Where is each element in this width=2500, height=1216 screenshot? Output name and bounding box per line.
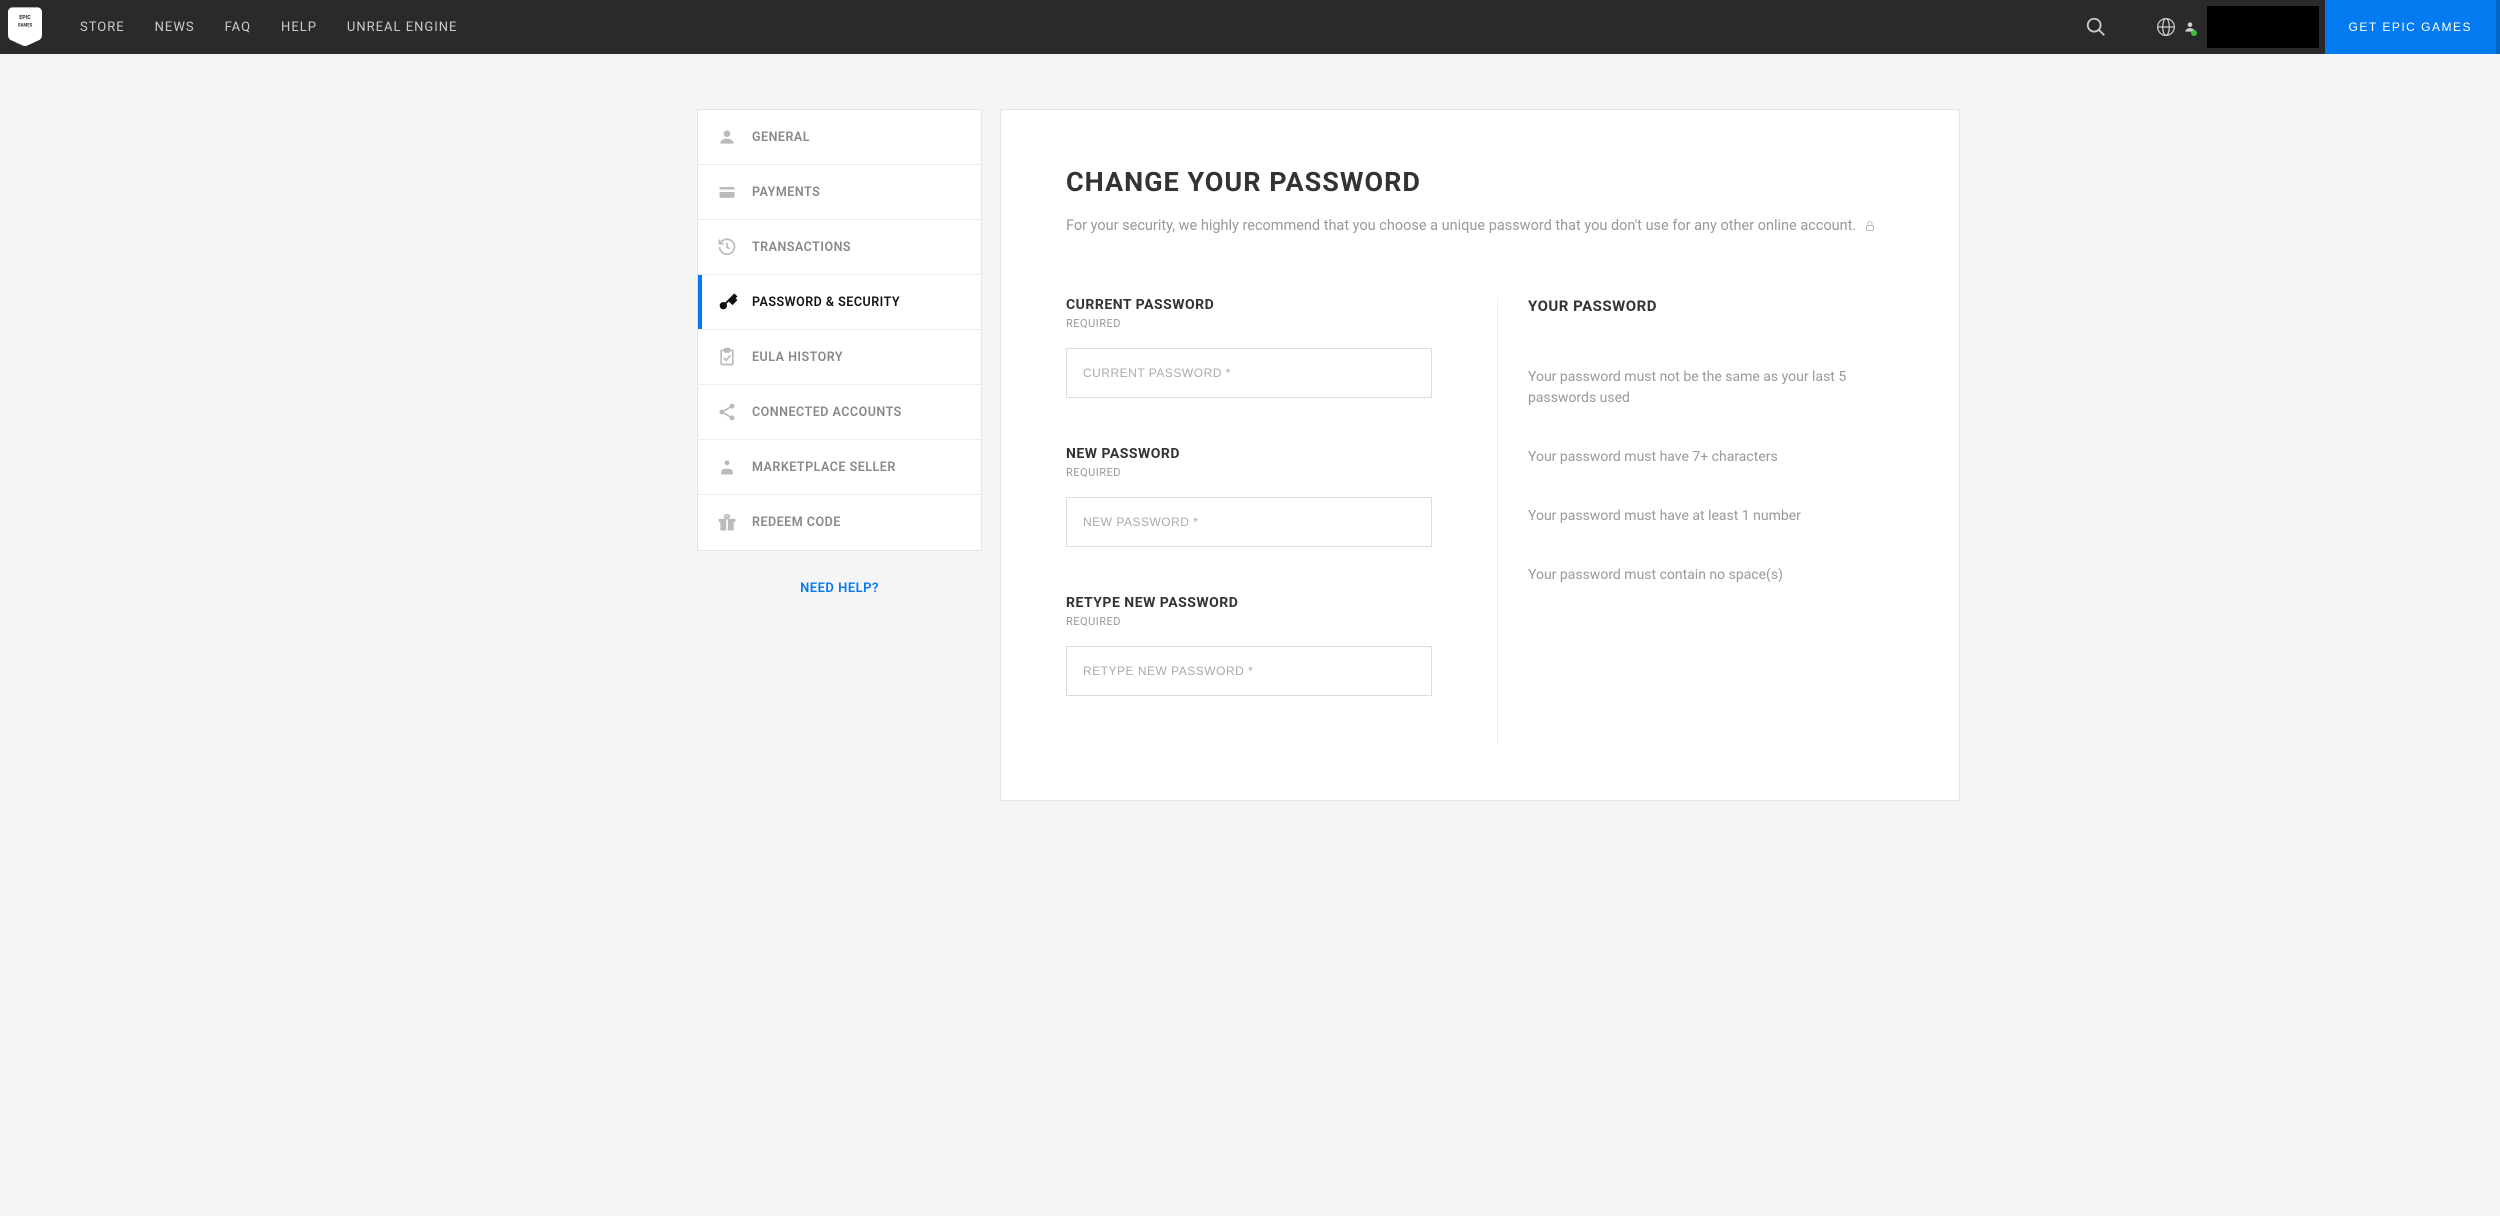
key-icon [716, 291, 738, 313]
sidebar-item-label: PASSWORD & SECURITY [752, 295, 900, 310]
card-icon [716, 181, 738, 203]
sidebar-item-transactions[interactable]: TRANSACTIONS [698, 220, 981, 275]
share-icon [716, 401, 738, 423]
sidebar-item-connected-accounts[interactable]: CONNECTED ACCOUNTS [698, 385, 981, 440]
status-online-dot [2191, 30, 2197, 36]
nav-unreal-engine[interactable]: UNREAL ENGINE [347, 20, 458, 35]
sidebar-item-password-security[interactable]: PASSWORD & SECURITY [698, 275, 981, 330]
retype-password-input[interactable] [1066, 646, 1432, 696]
main-nav: STORE NEWS FAQ HELP UNREAL ENGINE [50, 20, 457, 35]
password-rules: YOUR PASSWORD Your password must not be … [1497, 297, 1894, 744]
lock-icon [1864, 219, 1876, 233]
sidebar-item-payments[interactable]: PAYMENTS [698, 165, 981, 220]
new-password-input[interactable] [1066, 497, 1432, 547]
sidebar-item-eula-history[interactable]: EULA HISTORY [698, 330, 981, 385]
need-help-link[interactable]: NEED HELP? [697, 551, 982, 626]
sidebar-item-redeem-code[interactable]: REDEEM CODE [698, 495, 981, 550]
new-password-label: NEW PASSWORD [1066, 446, 1432, 462]
sidebar-item-label: REDEEM CODE [752, 515, 841, 530]
retype-password-label: RETYPE NEW PASSWORD [1066, 595, 1432, 611]
required-label: REQUIRED [1066, 615, 1432, 628]
clipboard-check-icon [716, 346, 738, 368]
history-icon [716, 236, 738, 258]
password-rule: Your password must not be the same as yo… [1528, 367, 1894, 409]
top-nav-header: EPIC GAMES STORE NEWS FAQ HELP UNREAL ENG… [0, 0, 2500, 54]
account-sidebar: GENERAL PAYMENTS TRANSACTIONS PASSWORD &… [697, 109, 982, 801]
nav-help[interactable]: HELP [281, 20, 317, 35]
sidebar-item-label: GENERAL [752, 130, 810, 145]
nav-news[interactable]: NEWS [155, 20, 195, 35]
password-rule: Your password must have 7+ characters [1528, 447, 1894, 468]
sidebar-item-marketplace-seller[interactable]: MARKETPLACE SELLER [698, 440, 981, 495]
password-rule: Your password must contain no space(s) [1528, 565, 1894, 586]
sidebar-item-label: TRANSACTIONS [752, 240, 851, 255]
nav-faq[interactable]: FAQ [225, 20, 251, 35]
svg-text:EPIC: EPIC [19, 15, 31, 21]
required-label: REQUIRED [1066, 466, 1432, 479]
svg-text:GAMES: GAMES [18, 23, 33, 28]
password-rule: Your password must have at least 1 numbe… [1528, 506, 1894, 527]
epic-games-logo[interactable]: EPIC GAMES [0, 0, 50, 54]
current-password-input[interactable] [1066, 348, 1432, 398]
required-label: REQUIRED [1066, 317, 1432, 330]
person-icon [716, 126, 738, 148]
nav-store[interactable]: STORE [80, 20, 125, 35]
page-subtitle: For your security, we highly recommend t… [1066, 214, 1894, 237]
sidebar-item-label: EULA HISTORY [752, 350, 843, 365]
main-content: CHANGE YOUR PASSWORD For your security, … [1000, 109, 1960, 801]
sidebar-item-label: CONNECTED ACCOUNTS [752, 405, 902, 420]
sidebar-item-label: PAYMENTS [752, 185, 820, 200]
page-title: CHANGE YOUR PASSWORD [1066, 166, 1894, 198]
rules-title: YOUR PASSWORD [1528, 297, 1894, 315]
get-epic-games-button[interactable]: GET EPIC GAMES [2325, 0, 2500, 54]
current-password-label: CURRENT PASSWORD [1066, 297, 1432, 313]
sidebar-item-label: MARKETPLACE SELLER [752, 460, 896, 475]
search-icon[interactable] [2061, 0, 2131, 54]
sidebar-item-general[interactable]: GENERAL [698, 110, 981, 165]
seller-icon [716, 456, 738, 478]
user-menu[interactable] [2207, 6, 2319, 48]
gift-icon [716, 512, 738, 534]
password-form: CURRENT PASSWORD REQUIRED NEW PASSWORD R… [1066, 297, 1452, 744]
